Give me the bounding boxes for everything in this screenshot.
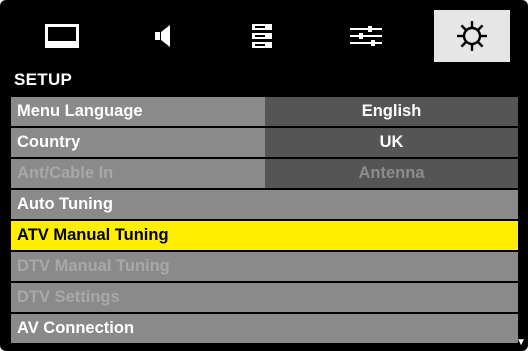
section-title: SETUP: [14, 70, 73, 89]
menu-language-label: Menu Language: [17, 102, 143, 120]
tab-picture[interactable]: [24, 10, 100, 62]
picture-icon: [44, 23, 80, 49]
tab-setup[interactable]: [434, 10, 510, 62]
tv-osd-menu: SETUP Menu Language English Country UK A…: [0, 0, 528, 351]
menu-row-dtv-manual-tuning: DTV Manual Tuning: [11, 252, 518, 281]
sound-icon: [153, 24, 173, 48]
tab-features[interactable]: [328, 10, 404, 62]
channel-list-icon: [251, 23, 273, 49]
dtv-manual-tuning-label: DTV Manual Tuning: [17, 257, 170, 275]
features-icon: [349, 24, 383, 48]
av-connection-label: AV Connection: [17, 319, 135, 337]
country-label: Country: [17, 133, 81, 151]
setup-menu-list: Menu Language English Country UK Ant/Cab…: [11, 97, 518, 345]
ant-cable-in-value: Antenna: [265, 159, 518, 188]
tab-sound[interactable]: [125, 10, 201, 62]
menu-language-value[interactable]: English: [265, 97, 518, 126]
menu-row-av-connection[interactable]: AV Connection: [11, 314, 518, 343]
menu-row-ant-cable-in: Ant/Cable In Antenna: [11, 159, 518, 188]
atv-manual-tuning-label: ATV Manual Tuning: [17, 226, 169, 244]
setup-gear-icon: [455, 19, 489, 53]
menu-icon-bar: [0, 10, 528, 62]
dtv-settings-label: DTV Settings: [17, 288, 120, 306]
auto-tuning-label: Auto Tuning: [17, 195, 113, 213]
country-value[interactable]: UK: [265, 128, 518, 157]
menu-row-country[interactable]: Country UK: [11, 128, 518, 157]
tab-channel-list[interactable]: [224, 10, 300, 62]
menu-row-menu-language[interactable]: Menu Language English: [11, 97, 518, 126]
scroll-down-icon[interactable]: ▼: [516, 338, 526, 348]
ant-cable-in-label: Ant/Cable In: [17, 164, 114, 182]
menu-row-auto-tuning[interactable]: Auto Tuning: [11, 190, 518, 219]
menu-row-dtv-settings: DTV Settings: [11, 283, 518, 312]
menu-row-atv-manual-tuning[interactable]: ATV Manual Tuning: [11, 221, 518, 250]
